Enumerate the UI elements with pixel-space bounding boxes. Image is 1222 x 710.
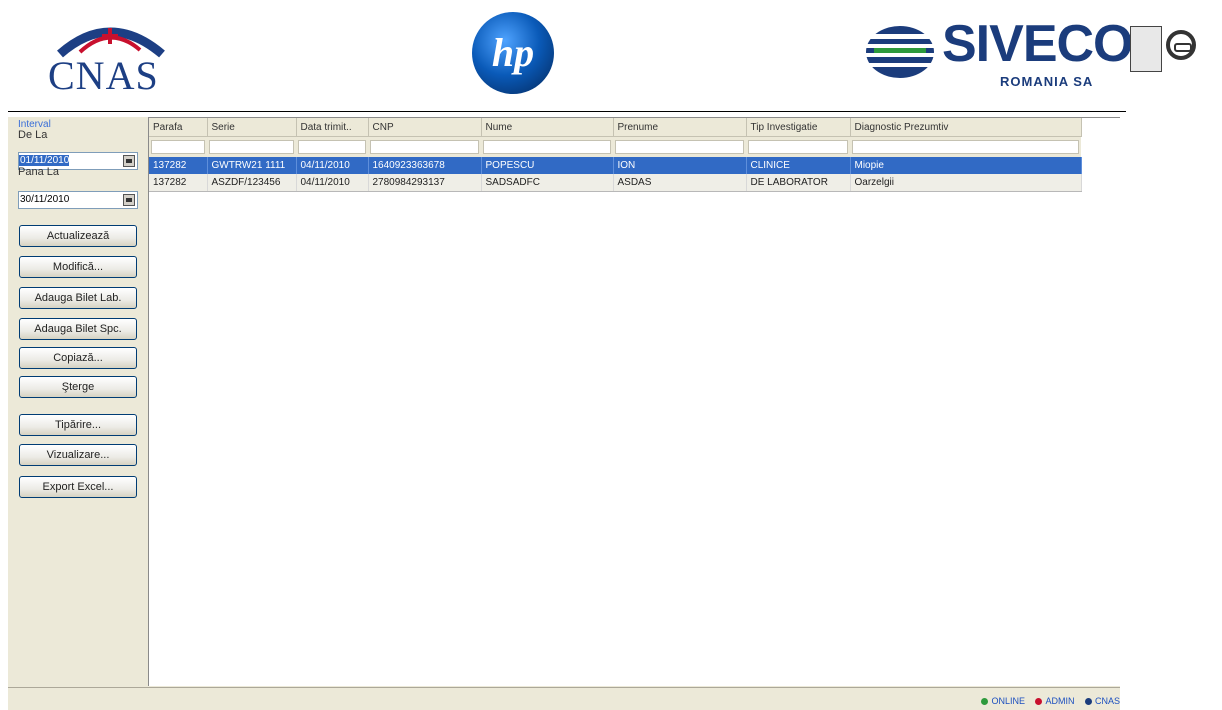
user-icon xyxy=(1035,698,1043,706)
column-header-data-trimit[interactable]: Data trimit.. xyxy=(296,118,369,137)
status-online: ONLINE xyxy=(981,696,1025,706)
to-date-label: Pana La xyxy=(18,166,59,178)
cell-cnp: 2780984293137 xyxy=(368,174,482,192)
delete-button[interactable]: Şterge xyxy=(19,376,137,398)
siveco-logo: SIVECO ROMANIA SA xyxy=(860,12,1222,102)
certification-badge-icon xyxy=(1130,26,1162,72)
cell-parafa: 137282 xyxy=(149,157,208,174)
column-header-diagnostic[interactable]: Diagnostic Prezumtiv xyxy=(850,118,1082,137)
tickets-grid[interactable]: Parafa Serie Data trimit.. CNP Nume Pren… xyxy=(148,117,1120,686)
cell-data: 04/11/2010 xyxy=(296,174,369,192)
filter-input-cnp[interactable] xyxy=(370,140,479,154)
from-date-value: 01/11/2010 xyxy=(19,155,70,166)
column-header-nume[interactable]: Nume xyxy=(481,118,614,137)
filter-input-data[interactable] xyxy=(298,140,366,154)
modify-button[interactable]: Modifică... xyxy=(19,256,137,278)
status-org-text: CNAS xyxy=(1094,696,1120,706)
table-row[interactable]: 137282 GWTRW21 1111 04/11/2010 164092336… xyxy=(149,157,1082,174)
filter-input-parafa[interactable] xyxy=(151,140,205,154)
cell-prenume: ASDAS xyxy=(613,174,747,192)
filter-row xyxy=(149,136,1081,157)
export-excel-button[interactable]: Export Excel... xyxy=(19,476,137,498)
print-button[interactable]: Tipărire... xyxy=(19,414,137,436)
siveco-globe-icon xyxy=(864,26,936,78)
online-icon xyxy=(981,698,989,706)
cell-serie: ASZDF/123456 xyxy=(207,174,297,192)
refresh-button[interactable]: Actualizează xyxy=(19,225,137,247)
cell-cnp: 1640923363678 xyxy=(368,157,482,174)
filter-input-tip[interactable] xyxy=(748,140,848,154)
certification-seal-icon xyxy=(1166,30,1196,60)
table-header-row: Parafa Serie Data trimit.. CNP Nume Pren… xyxy=(149,118,1082,137)
tickets-table: Parafa Serie Data trimit.. CNP Nume Pren… xyxy=(149,118,1082,192)
calendar-icon[interactable] xyxy=(123,155,135,167)
calendar-icon[interactable] xyxy=(123,194,135,206)
cell-data: 04/11/2010 xyxy=(296,157,369,174)
filter-input-prenume[interactable] xyxy=(615,140,744,154)
table-row[interactable]: 137282 ASZDF/123456 04/11/2010 278098429… xyxy=(149,174,1082,192)
cell-tip: CLINICE xyxy=(746,157,851,174)
cell-parafa: 137282 xyxy=(149,174,208,192)
status-user: ADMIN xyxy=(1035,696,1074,706)
column-header-tip-investigatie[interactable]: Tip Investigatie xyxy=(746,118,851,137)
to-date-field[interactable]: 30/11/2010 xyxy=(18,191,138,209)
status-online-text: ONLINE xyxy=(991,696,1025,706)
hp-logo: hp xyxy=(470,10,556,96)
header: CNAS hp SIVECO ROMANIA SA xyxy=(0,0,1222,112)
filter-input-diagnostic[interactable] xyxy=(852,140,1079,154)
hp-logo-text: hp xyxy=(492,30,534,75)
header-divider xyxy=(8,111,1126,112)
cell-diagnostic: Miopie xyxy=(850,157,1082,174)
add-specialist-ticket-button[interactable]: Adauga Bilet Spc. xyxy=(19,318,137,340)
copy-button[interactable]: Copiază... xyxy=(19,347,137,369)
filter-input-nume[interactable] xyxy=(483,140,611,154)
hp-logo-icon: hp xyxy=(472,12,554,94)
cell-nume: POPESCU xyxy=(481,157,614,174)
cell-diagnostic: Oarzelgii xyxy=(850,174,1082,192)
cnas-logo-text: CNAS xyxy=(48,53,159,98)
cnas-logo: CNAS xyxy=(40,12,180,98)
status-org: CNAS xyxy=(1084,696,1120,706)
organization-icon xyxy=(1084,698,1092,706)
siveco-logo-text: SIVECO xyxy=(942,15,1133,73)
filter-input-serie[interactable] xyxy=(209,140,294,154)
cell-prenume: ION xyxy=(613,157,747,174)
add-lab-ticket-button[interactable]: Adauga Bilet Lab. xyxy=(19,287,137,309)
column-header-cnp[interactable]: CNP xyxy=(368,118,482,137)
status-items: ONLINE ADMIN CNAS xyxy=(973,696,1120,706)
column-header-prenume[interactable]: Prenume xyxy=(613,118,747,137)
cell-tip: DE LABORATOR xyxy=(746,174,851,192)
app-window: Interval De La 01/11/2010 Pana La 30/11/… xyxy=(8,117,1120,710)
status-user-text: ADMIN xyxy=(1045,696,1075,706)
column-header-parafa[interactable]: Parafa xyxy=(149,118,208,137)
sidebar: Interval De La 01/11/2010 Pana La 30/11/… xyxy=(8,117,148,687)
cell-nume: SADSADFC xyxy=(481,174,614,192)
column-header-serie[interactable]: Serie xyxy=(207,118,297,137)
to-date-value: 30/11/2010 xyxy=(20,194,70,205)
siveco-subtitle: ROMANIA SA xyxy=(1000,74,1094,89)
cell-serie: GWTRW21 1111 xyxy=(207,157,297,174)
status-bar: ONLINE ADMIN CNAS xyxy=(8,687,1120,710)
from-date-label: De La xyxy=(18,129,48,141)
preview-button[interactable]: Vizualizare... xyxy=(19,444,137,466)
